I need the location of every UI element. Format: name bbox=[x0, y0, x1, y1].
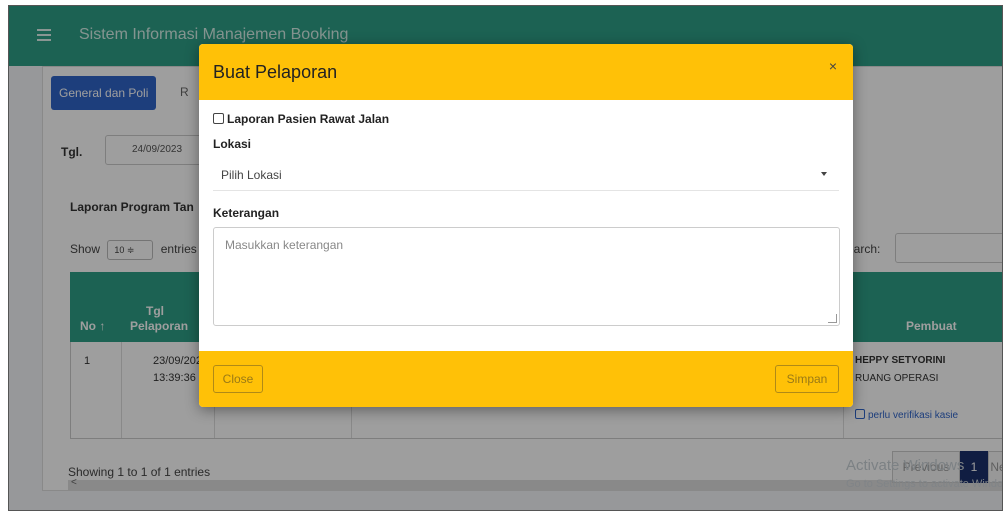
keterangan-label: Keterangan bbox=[213, 206, 280, 220]
close-icon[interactable]: × bbox=[829, 58, 837, 74]
close-button[interactable]: Close bbox=[213, 365, 263, 393]
simpan-button[interactable]: Simpan bbox=[775, 365, 839, 393]
buat-pelaporan-modal: Buat Pelaporan × Laporan Pasien Rawat Ja… bbox=[199, 44, 853, 407]
lokasi-select[interactable]: Pilih Lokasi bbox=[213, 159, 839, 191]
lokasi-selected-value: Pilih Lokasi bbox=[221, 168, 282, 182]
rawat-jalan-label: Laporan Pasien Rawat Jalan bbox=[227, 112, 390, 126]
checkbox-icon[interactable] bbox=[213, 113, 224, 124]
lokasi-label: Lokasi bbox=[213, 137, 252, 151]
modal-title: Buat Pelaporan bbox=[213, 62, 338, 82]
modal-footer: Close Simpan bbox=[199, 351, 853, 407]
rawat-jalan-checkbox[interactable]: Laporan Pasien Rawat Jalan bbox=[213, 112, 389, 126]
resize-handle-icon[interactable] bbox=[828, 314, 837, 323]
keterangan-placeholder: Masukkan keterangan bbox=[225, 238, 344, 252]
chevron-down-icon bbox=[821, 172, 827, 176]
app-window: Sistem Informasi Manajemen Booking Gener… bbox=[8, 5, 1003, 511]
keterangan-textarea[interactable]: Masukkan keterangan bbox=[213, 227, 840, 326]
modal-header: Buat Pelaporan × bbox=[199, 44, 853, 100]
